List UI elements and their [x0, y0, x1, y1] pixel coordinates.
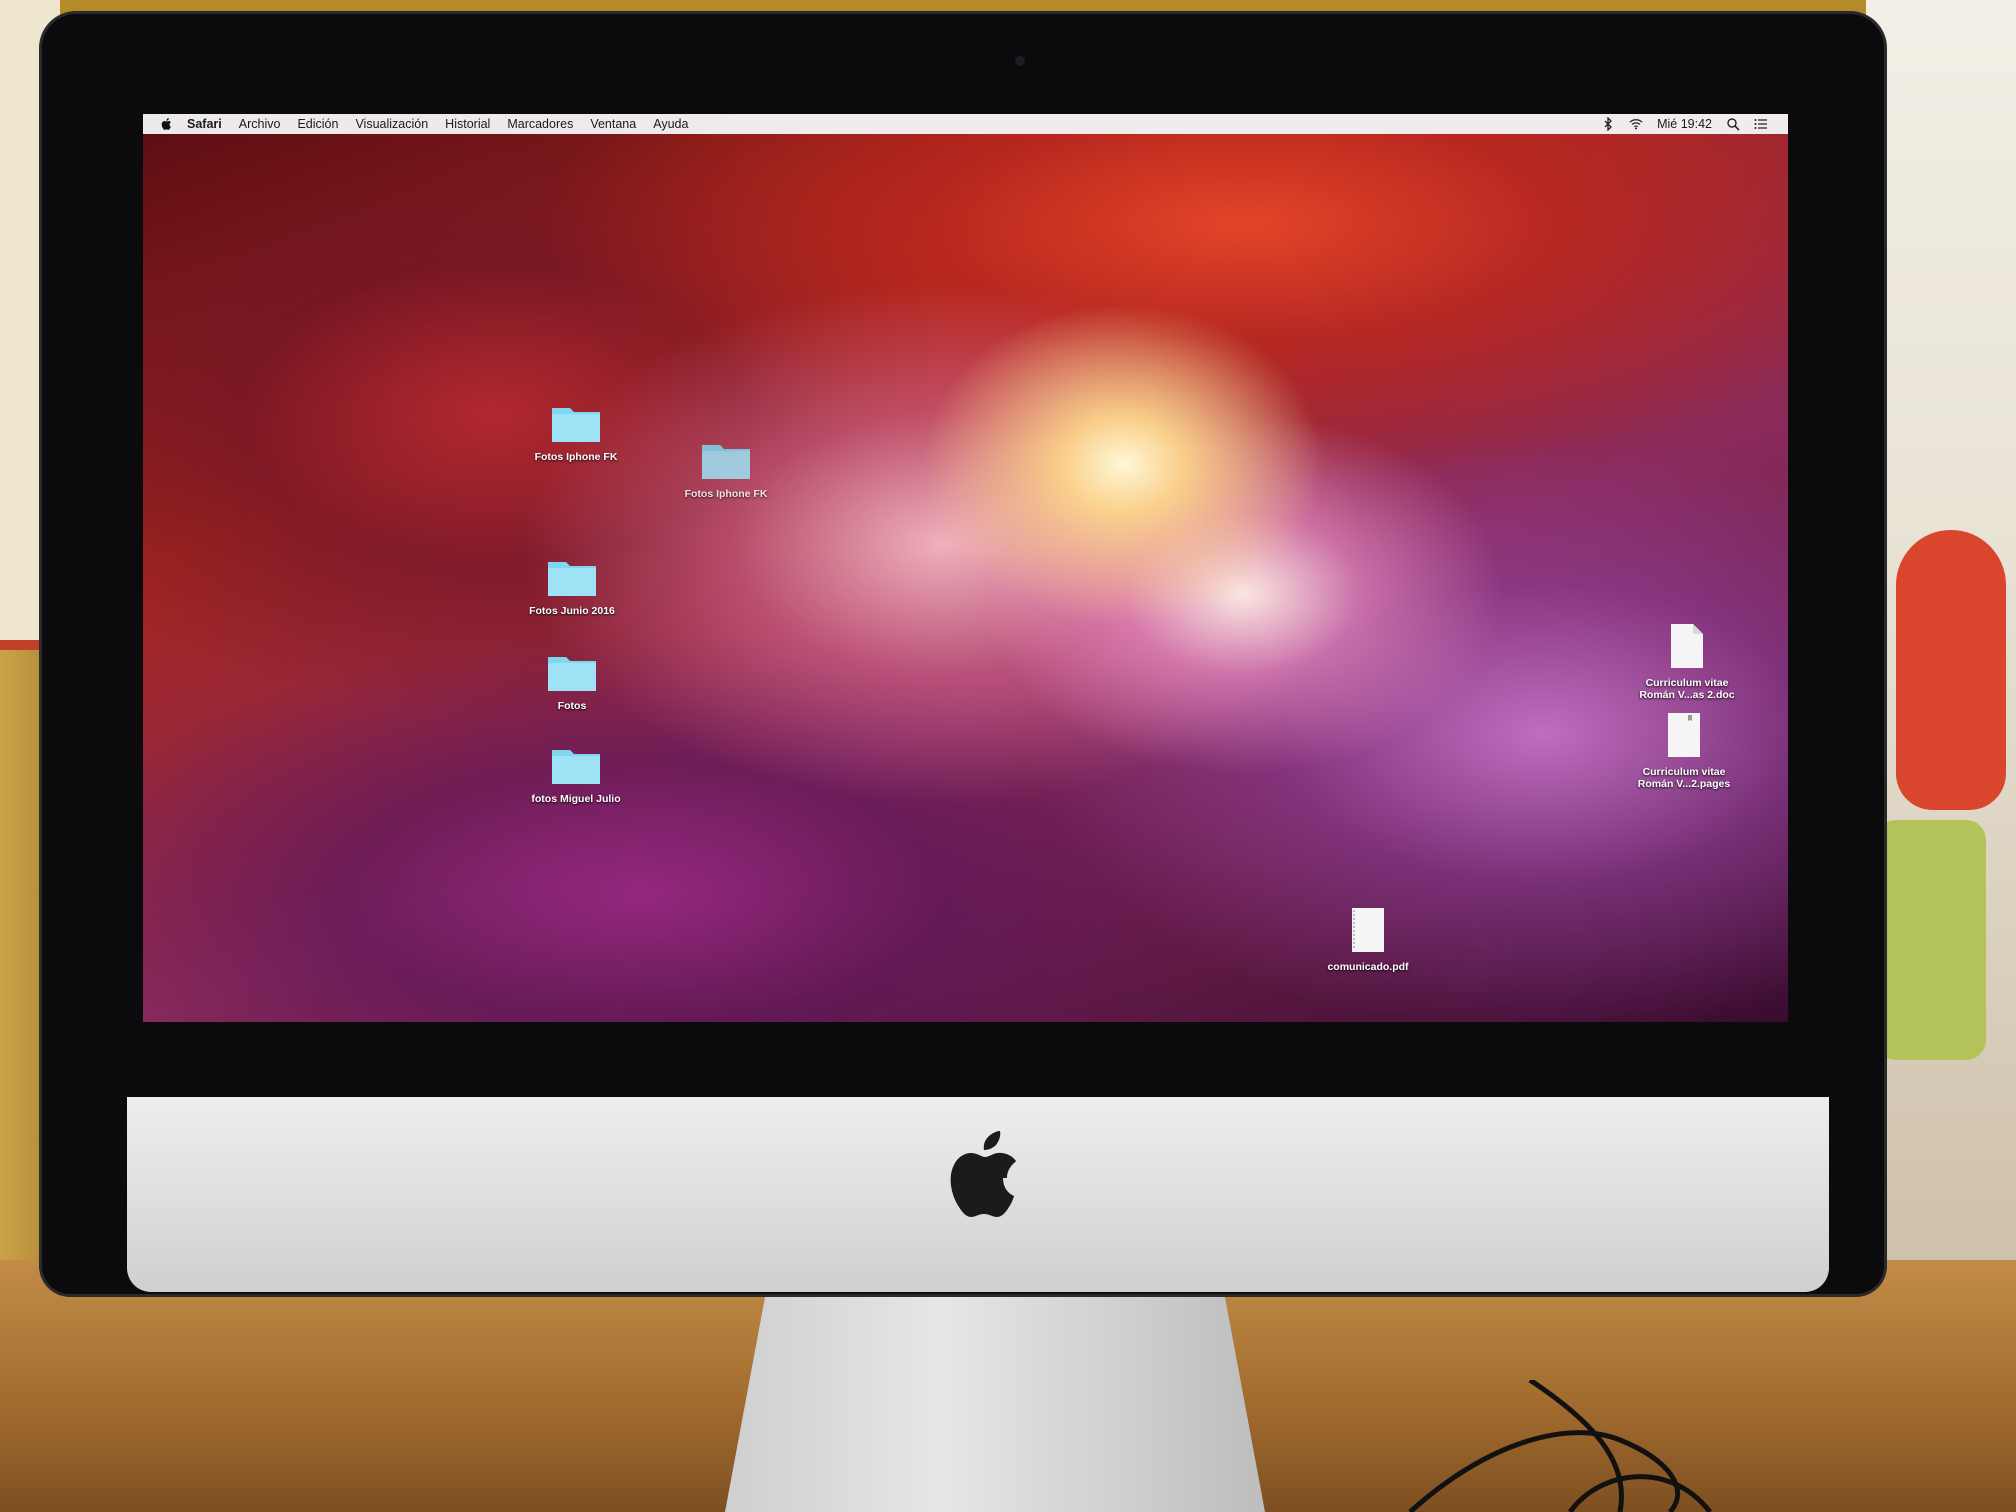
pages-icon	[1668, 713, 1700, 757]
desktop-folder[interactable]: Fotos Junio 2016	[517, 556, 627, 617]
menu-historial[interactable]: Historial	[445, 117, 490, 131]
folder-icon	[552, 750, 600, 784]
menu-ayuda[interactable]: Ayuda	[653, 117, 688, 131]
desktop-file[interactable]: Curriculum vitae Román V...2.pages	[1629, 711, 1739, 790]
wall-right	[1866, 0, 2016, 1320]
folder-label: Fotos	[557, 700, 587, 712]
file-label-line1: Curriculum vitae	[1645, 677, 1729, 689]
folder-label: Fotos Iphone FK	[684, 488, 768, 500]
menu-bar: Safari Archivo Edición Visualización His…	[143, 114, 1788, 134]
folder-label: Fotos Iphone FK	[534, 451, 618, 463]
spotlight-icon[interactable]	[1726, 117, 1740, 131]
folder-icon	[552, 408, 600, 442]
menu-visualizacion[interactable]: Visualización	[355, 117, 428, 131]
pdf-icon	[1352, 908, 1384, 952]
folder-icon	[548, 657, 596, 691]
camera	[1015, 56, 1025, 66]
folder-label: fotos Miguel Julio	[531, 793, 621, 805]
menu-marcadores[interactable]: Marcadores	[507, 117, 573, 131]
desktop-folder[interactable]: Fotos Iphone FK	[521, 402, 631, 463]
imac-stand	[725, 1280, 1265, 1512]
desktop-folder[interactable]: fotos Miguel Julio	[521, 744, 631, 805]
wall-decoration	[1896, 530, 2006, 810]
menu-ventana[interactable]: Ventana	[590, 117, 636, 131]
folder-label: Fotos Junio 2016	[529, 605, 615, 617]
desktop-folder[interactable]: Fotos	[517, 651, 627, 712]
apple-menu-icon[interactable]	[161, 117, 173, 131]
power-cable	[1408, 1380, 1712, 1512]
apple-logo-icon	[950, 1131, 1016, 1217]
doc-icon	[1671, 624, 1703, 668]
menu-archivo[interactable]: Archivo	[239, 117, 281, 131]
desktop-file[interactable]: comunicado.pdf	[1313, 906, 1423, 973]
file-label-line2: Román V...2.pages	[1637, 778, 1731, 790]
desktop-file[interactable]: Curriculum vitae Román V...as 2.doc	[1632, 622, 1742, 701]
wall-decoration	[1876, 820, 1986, 1060]
menubar-clock[interactable]: Mié 19:42	[1657, 117, 1712, 131]
file-label: comunicado.pdf	[1327, 961, 1409, 973]
wifi-icon[interactable]	[1629, 117, 1643, 131]
file-label-line2: Román V...as 2.doc	[1639, 689, 1735, 701]
desktop-folder[interactable]: Fotos Iphone FK	[671, 439, 781, 500]
notification-center-icon[interactable]	[1754, 117, 1768, 131]
folder-icon	[702, 445, 750, 479]
file-label-line1: Curriculum vitae	[1642, 766, 1726, 778]
menu-app-safari[interactable]: Safari	[187, 117, 222, 131]
bluetooth-icon[interactable]	[1601, 117, 1615, 131]
menu-edicion[interactable]: Edición	[297, 117, 338, 131]
desktop-screen: Safari Archivo Edición Visualización His…	[143, 114, 1788, 1022]
folder-icon	[548, 562, 596, 596]
